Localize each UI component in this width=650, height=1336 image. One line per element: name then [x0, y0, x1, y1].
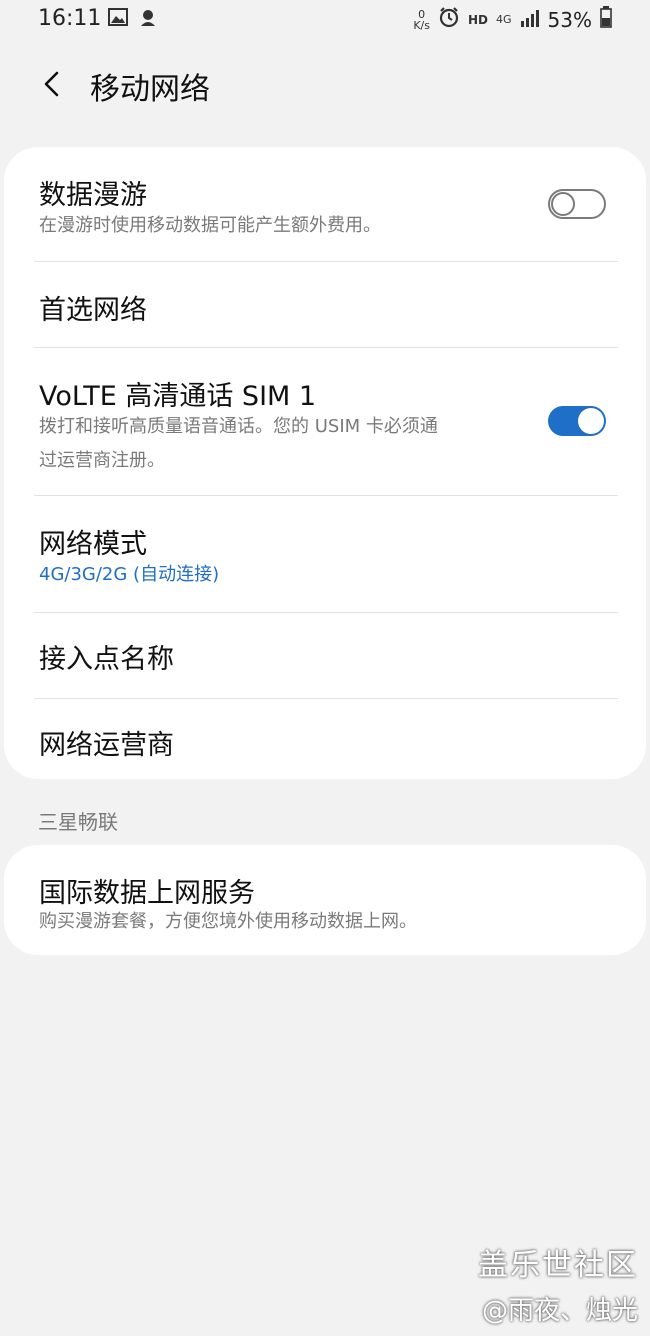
watermark: 盖乐世社区 @雨夜、烛光 — [478, 1240, 638, 1327]
gallery-icon — [108, 8, 128, 30]
volte-toggle[interactable] — [548, 406, 606, 436]
setting-access-point-names[interactable]: 接入点名称 — [4, 613, 646, 698]
status-right-group: 0 K/s HD 4G 53% — [413, 6, 612, 33]
status-time: 16:11 — [38, 6, 102, 31]
toggle-knob — [551, 192, 575, 216]
section-header-samsung-connect: 三星畅联 — [38, 810, 118, 834]
mobile-network-settings-card: 数据漫游 在漫游时使用移动数据可能产生额外费用。 首选网络 VoLTE 高清通话… — [4, 147, 646, 779]
page-title: 移动网络 — [90, 72, 210, 107]
notification-app-icon — [138, 8, 158, 32]
signal-icon — [520, 8, 540, 32]
battery-percent: 53% — [547, 7, 592, 32]
setting-title: 网络模式 — [39, 529, 147, 560]
setting-international-data-service[interactable]: 国际数据上网服务 购买漫游套餐，方便您境外使用移动数据上网。 — [4, 845, 646, 955]
watermark-brand: 盖乐世社区 — [478, 1248, 638, 1283]
setting-title: 网络运营商 — [39, 730, 174, 761]
app-bar: 移动网络 — [0, 52, 650, 116]
alarm-icon — [438, 6, 460, 33]
status-bar: 16:11 0 K/s HD 4G 53% — [0, 0, 650, 40]
network-speed: 0 K/s — [413, 7, 430, 32]
setting-title: 数据漫游 — [39, 180, 147, 211]
setting-subtitle-line2: 过运营商注册。 — [39, 450, 165, 471]
setting-network-operators[interactable]: 网络运营商 — [4, 699, 646, 779]
watermark-author: @雨夜、烛光 — [481, 1296, 638, 1326]
setting-volte[interactable]: VoLTE 高清通话 SIM 1 拨打和接听高质量语音通话。您的 USIM 卡必… — [4, 348, 646, 496]
setting-data-roaming[interactable]: 数据漫游 在漫游时使用移动数据可能产生额外费用。 — [4, 147, 646, 261]
battery-icon — [600, 6, 612, 33]
toggle-knob — [578, 408, 604, 434]
network-type: 4G — [496, 13, 512, 26]
setting-network-mode[interactable]: 网络模式 4G/3G/2G (自动连接) — [4, 496, 646, 612]
hd-indicator: HD — [468, 12, 489, 27]
data-roaming-toggle[interactable] — [548, 189, 606, 219]
back-arrow-icon — [44, 71, 59, 97]
international-data-card: 国际数据上网服务 购买漫游套餐，方便您境外使用移动数据上网。 — [4, 845, 646, 955]
setting-title: VoLTE 高清通话 SIM 1 — [39, 381, 317, 412]
setting-subtitle-line1: 拨打和接听高质量语音通话。您的 USIM 卡必须通 — [39, 416, 438, 437]
setting-preferred-network[interactable]: 首选网络 — [4, 262, 646, 348]
network-mode-value: 4G/3G/2G (自动连接) — [39, 564, 220, 585]
back-button[interactable] — [30, 62, 74, 106]
setting-subtitle: 购买漫游套餐，方便您境外使用移动数据上网。 — [39, 911, 417, 932]
setting-title: 首选网络 — [39, 295, 147, 326]
setting-title: 接入点名称 — [39, 644, 174, 675]
setting-subtitle: 在漫游时使用移动数据可能产生额外费用。 — [39, 215, 381, 236]
